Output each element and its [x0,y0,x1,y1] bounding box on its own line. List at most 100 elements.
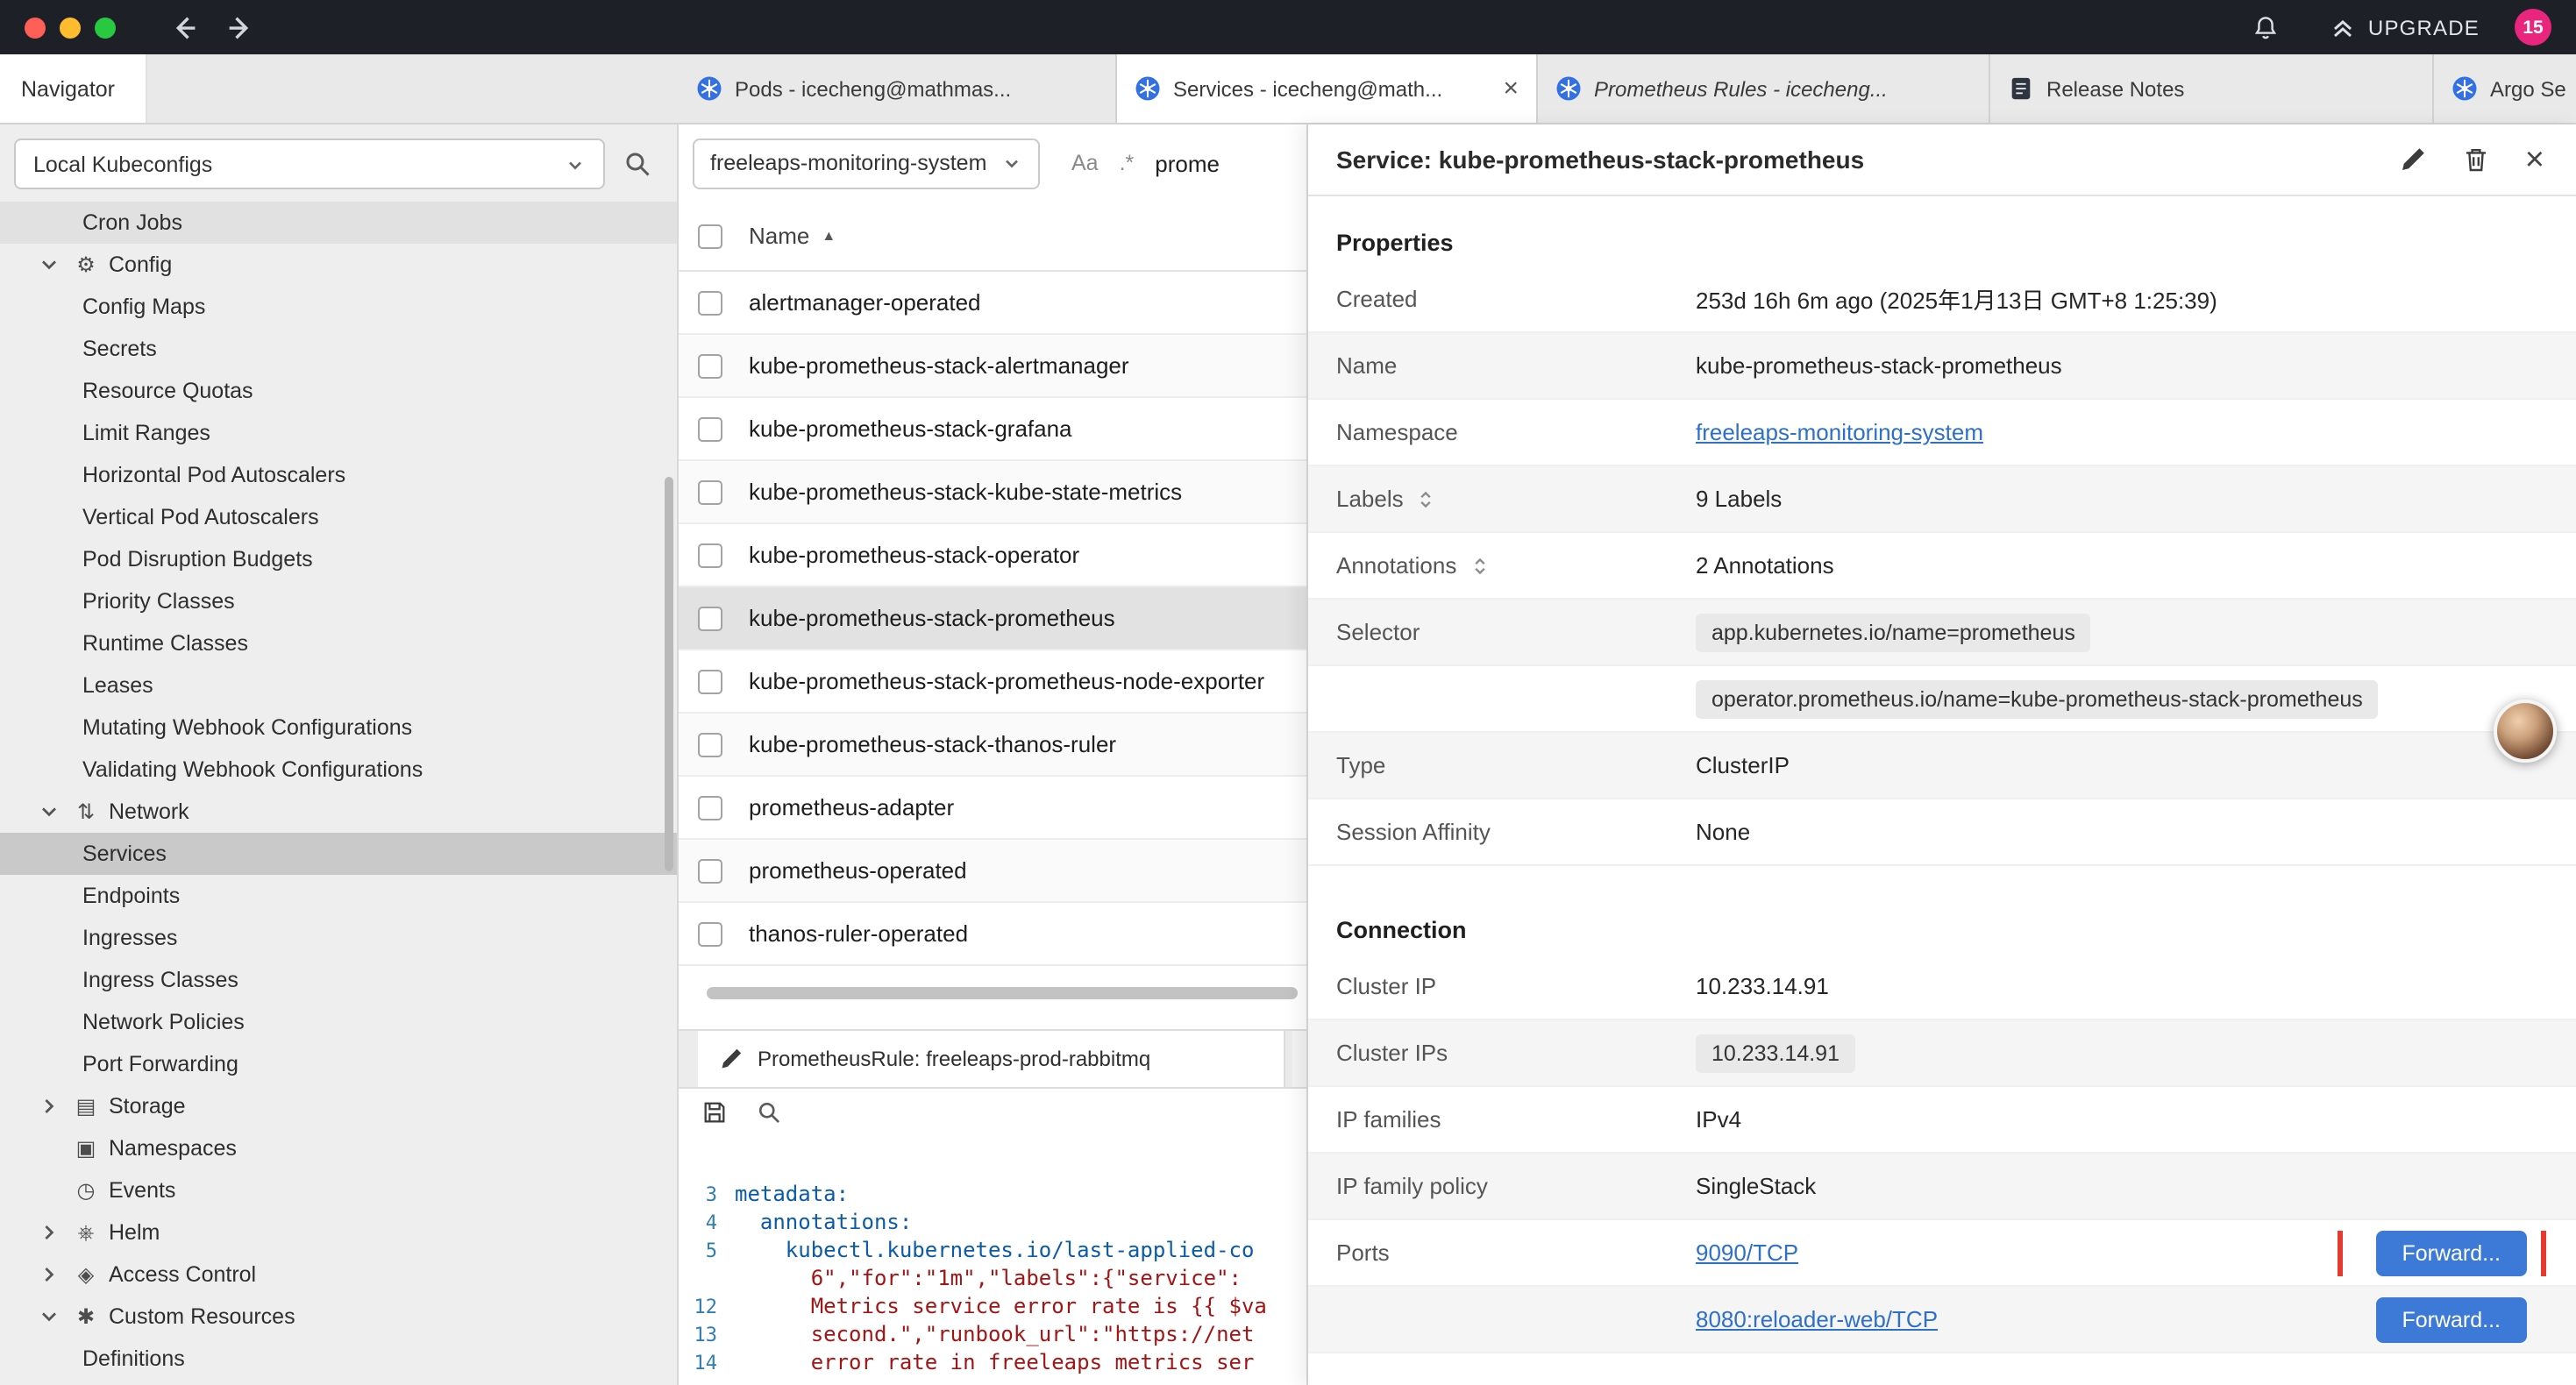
tab-argo-se[interactable]: Argo Se [2434,54,2576,123]
detail-value: kube-prometheus-stack-prometheus [1696,352,2548,379]
detail-panel: Service: kube-prometheus-stack-prometheu… [1306,124,2576,1385]
sidebar-item-resource-quotas[interactable]: Resource Quotas [0,370,677,412]
back-icon[interactable] [168,11,200,43]
sidebar-scrollbar[interactable] [665,477,673,871]
kubeconfig-selector-value: Local Kubeconfigs [33,152,212,176]
sidebar-item-secrets[interactable]: Secrets [0,328,677,370]
detail-row-name: Namekube-prometheus-stack-prometheus [1308,333,2576,400]
service-name: kube-prometheus-stack-grafana [749,416,1072,442]
port-link[interactable]: 9090/TCP [1696,1239,1798,1266]
sidebar-item-priority-classes[interactable]: Priority Classes [0,580,677,622]
sidebar-item-leases[interactable]: Leases [0,664,677,707]
gear-icon: ⚙ [68,252,103,277]
sidebar-item-events[interactable]: ◷Events [0,1169,677,1211]
match-case-toggle[interactable]: Aa [1071,151,1099,175]
kubeconfig-selector[interactable]: Local Kubeconfigs [14,138,605,189]
save-icon[interactable] [701,1098,728,1125]
row-checkbox[interactable] [698,795,722,820]
regex-toggle[interactable]: .* [1120,151,1135,175]
sidebar-item-horizontal-pod-autoscalers[interactable]: Horizontal Pod Autoscalers [0,454,677,496]
row-checkbox[interactable] [698,606,722,630]
minimize-window-button[interactable] [60,17,81,38]
sidebar-item-definitions[interactable]: Definitions [0,1338,677,1380]
sidebar-item-vertical-pod-autoscalers[interactable]: Vertical Pod Autoscalers [0,496,677,538]
row-checkbox[interactable] [698,921,722,946]
sidebar-item-custom-resources[interactable]: ✱Custom Resources [0,1296,677,1338]
chevron-down-icon[interactable] [39,1306,68,1327]
tab-close-icon[interactable]: × [1503,74,1519,103]
select-all-checkbox[interactable] [698,224,722,248]
row-checkbox[interactable] [698,479,722,504]
editor-search-icon[interactable] [756,1098,782,1125]
row-checkbox[interactable] [698,732,722,756]
chevron-right-icon[interactable] [39,1222,68,1243]
sidebar-item-validating-webhook-configurations[interactable]: Validating Webhook Configurations [0,749,677,791]
upgrade-button[interactable]: UPGRADE [2330,13,2480,41]
sidebar-item-access-control[interactable]: ◈Access Control [0,1254,677,1296]
sidebar-item-port-forwarding[interactable]: Port Forwarding [0,1043,677,1085]
sidebar-item-network-policies[interactable]: Network Policies [0,1001,677,1043]
dock-tab-prometheusrule[interactable]: PrometheusRule: freeleaps-prod-rabbitmq [698,1031,1285,1087]
chevron-down-icon[interactable] [39,254,68,275]
row-checkbox[interactable] [698,353,722,378]
chevron-right-icon[interactable] [39,1096,68,1117]
forward-button[interactable]: Forward... [2375,1296,2527,1342]
row-checkbox[interactable] [698,858,722,883]
service-name: thanos-ruler-operated [749,920,968,947]
row-checkbox[interactable] [698,290,722,315]
chevron-down-icon [565,153,586,174]
tab-release-notes[interactable]: Release Notes [1990,54,2434,123]
notifications-bell-icon[interactable] [2252,13,2281,41]
tab-services-icecheng-math[interactable]: Services - icecheng@math...× [1117,54,1538,123]
sidebar-item-cron-jobs[interactable]: Cron Jobs [0,202,677,244]
notification-count-badge[interactable]: 15 [2515,9,2551,46]
namespace-link[interactable]: freeleaps-monitoring-system [1696,419,1983,445]
sidebar-item-mutating-webhook-configurations[interactable]: Mutating Webhook Configurations [0,707,677,749]
sidebar-item-runtime-classes[interactable]: Runtime Classes [0,622,677,664]
horizontal-scrollbar-thumb[interactable] [707,987,1298,999]
sidebar-item-storage[interactable]: ▤Storage [0,1085,677,1127]
service-name: kube-prometheus-stack-prometheus-node-ex… [749,668,1264,694]
delete-resource-icon[interactable] [2462,146,2490,174]
sidebar-item-network[interactable]: ⇅Network [0,791,677,833]
zoom-window-button[interactable] [95,17,116,38]
service-name: prometheus-operated [749,857,967,884]
sidebar-search-icon[interactable] [623,149,652,179]
helm-icon: ⎈ [68,1219,103,1246]
port-link[interactable]: 8080:reloader-web/TCP [1696,1306,1938,1332]
row-checkbox[interactable] [698,669,722,693]
sidebar-item-config[interactable]: ⚙Config [0,244,677,286]
search-input[interactable]: Aa .* prome [1071,150,1220,176]
sidebar-item-pod-disruption-budgets[interactable]: Pod Disruption Budgets [0,538,677,580]
tab-pods-icecheng-mathmas[interactable]: Pods - icecheng@mathmas... [679,54,1117,123]
sidebar-item-services[interactable]: Services [0,833,677,875]
user-avatar[interactable] [2494,700,2557,763]
forward-button[interactable]: Forward... [2375,1230,2527,1275]
chevron-right-icon[interactable] [39,1264,68,1285]
sidebar-item-limit-ranges[interactable]: Limit Ranges [0,412,677,454]
detail-panel-header: Service: kube-prometheus-stack-prometheu… [1308,124,2576,196]
namespace-filter[interactable]: freeleaps-monitoring-system [693,138,1040,188]
close-panel-icon[interactable]: × [2525,143,2544,176]
sidebar-item-label: Custom Resources [109,1304,295,1329]
navigator-header-tab[interactable]: Navigator [0,54,147,123]
tab-prometheus-rules-icecheng[interactable]: Prometheus Rules - icecheng... [1538,54,1990,123]
sidebar-item-config-maps[interactable]: Config Maps [0,286,677,328]
sidebar-item-ingresses[interactable]: Ingresses [0,917,677,959]
tab-bar: Navigator Pods - icecheng@mathmas...Serv… [0,54,2576,124]
forward-icon[interactable] [224,11,256,43]
sidebar-item-endpoints[interactable]: Endpoints [0,875,677,917]
expand-collapse-icon[interactable] [1416,488,1437,509]
close-window-button[interactable] [25,17,46,38]
column-header-name[interactable]: Name ▲ [749,223,836,249]
sidebar-item-helm[interactable]: ⎈Helm [0,1211,677,1254]
sidebar-item-ingress-classes[interactable]: Ingress Classes [0,959,677,1001]
sidebar-item-namespaces[interactable]: ▣Namespaces [0,1127,677,1169]
chevron-down-icon[interactable] [39,801,68,822]
row-checkbox[interactable] [698,416,722,441]
tab-label: Prometheus Rules - icecheng... [1594,76,1971,101]
detail-row-selector: Selectorapp.kubernetes.io/name=prometheu… [1308,600,2576,666]
expand-collapse-icon[interactable] [1469,555,1490,576]
edit-resource-icon[interactable] [2399,146,2427,174]
row-checkbox[interactable] [698,543,722,567]
